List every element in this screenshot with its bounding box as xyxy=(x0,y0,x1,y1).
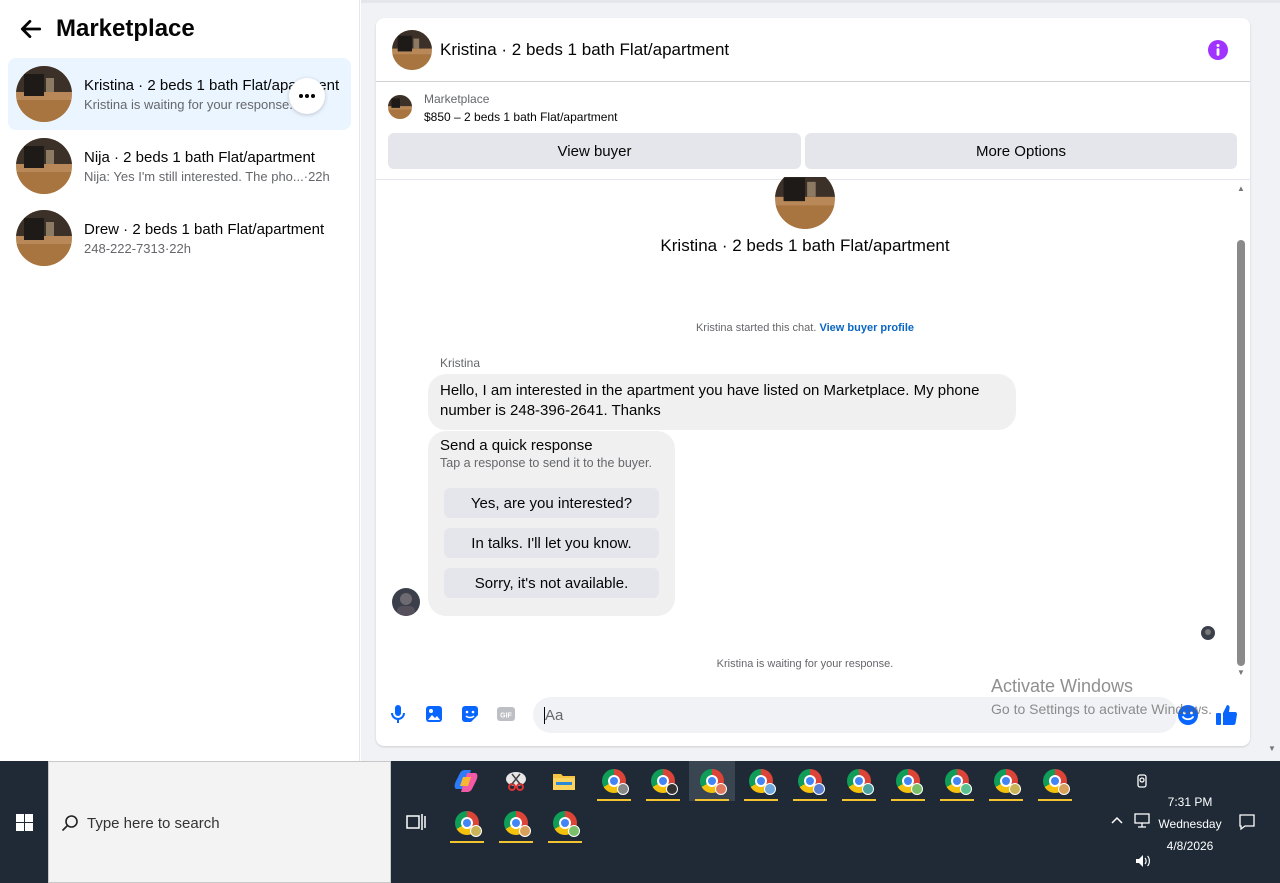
listing-price-title[interactable]: $850 – 2 beds 1 bath Flat/apartment xyxy=(424,110,617,124)
waiting-notice: Kristina is waiting for your response. xyxy=(716,658,894,670)
svg-text:GIF: GIF xyxy=(500,713,512,720)
chrome-taskbar-icon[interactable] xyxy=(591,761,637,801)
message-scrollbar[interactable]: ▲ ▼ xyxy=(1233,180,1250,688)
scroll-up-arrow-icon[interactable]: ▲ xyxy=(1237,184,1245,193)
quick-response-subtitle: Tap a response to send it to the buyer. xyxy=(440,456,652,470)
page-scroll-down-arrow-icon[interactable]: ▼ xyxy=(1268,744,1276,753)
quick-response-in-talks-button[interactable]: In talks. I'll let you know. xyxy=(444,528,659,558)
listing-thumbnail xyxy=(16,138,72,194)
gif-icon[interactable]: GIF xyxy=(496,704,516,724)
conversation-item-kristina[interactable]: Kristina · 2 beds 1 bath Flat/apartment … xyxy=(8,58,351,130)
quick-response-card: Send a quick response Tap a response to … xyxy=(428,431,675,616)
quick-response-not-available-button[interactable]: Sorry, it's not available. xyxy=(444,568,659,598)
scrollbar-thumb[interactable] xyxy=(1237,240,1245,666)
clock-date: 4/8/2026 xyxy=(1166,839,1214,853)
microphone-icon[interactable] xyxy=(388,704,408,724)
emoji-icon[interactable] xyxy=(1177,704,1199,726)
chat-avatar[interactable] xyxy=(392,29,432,70)
sidebar-title: Marketplace xyxy=(56,15,195,42)
thumbs-up-icon[interactable] xyxy=(1215,703,1239,727)
chrome-taskbar-icon-active[interactable] xyxy=(689,761,735,801)
conversation-title: Nija · 2 beds 1 bath Flat/apartment xyxy=(84,148,315,166)
taskbar-clock[interactable]: 7:31 PM Wednesday 4/8/2026 xyxy=(1154,791,1226,857)
chrome-taskbar-icon[interactable] xyxy=(542,803,588,843)
chrome-taskbar-icon[interactable] xyxy=(885,761,931,801)
seen-indicator-avatar xyxy=(1201,626,1215,640)
taskbar-search[interactable] xyxy=(48,761,391,883)
chat-started-text: Kristina started this chat. xyxy=(695,322,817,334)
chat-panel: Kristina · 2 beds 1 bath Flat/apartment … xyxy=(376,18,1250,746)
chat-intro-title: Kristina · 2 beds 1 bath Flat/apartment xyxy=(660,236,950,255)
message-input[interactable] xyxy=(533,697,1177,733)
conversation-item-drew[interactable]: Drew · 2 beds 1 bath Flat/apartment 248-… xyxy=(8,202,351,274)
chrome-taskbar-icon[interactable] xyxy=(934,761,980,801)
quick-response-yes-button[interactable]: Yes, are you interested? xyxy=(444,488,659,518)
conversation-item-nija[interactable]: Nija · 2 beds 1 bath Flat/apartment Nija… xyxy=(8,130,351,202)
start-button[interactable] xyxy=(0,761,48,883)
clock-time: 7:31 PM xyxy=(1167,795,1213,809)
windows-logo-icon xyxy=(15,813,33,831)
quick-response-title: Send a quick response xyxy=(440,437,593,454)
scroll-down-arrow-icon[interactable]: ▼ xyxy=(1237,668,1245,677)
sender-name: Kristina xyxy=(440,356,481,370)
conversation-title: Drew · 2 beds 1 bath Flat/apartment xyxy=(84,220,325,238)
meet-now-icon[interactable] xyxy=(1135,773,1151,789)
back-arrow-icon[interactable] xyxy=(18,16,44,42)
chat-title[interactable]: Kristina · 2 beds 1 bath Flat/apartment xyxy=(440,40,729,60)
chat-started-notice: Kristina started this chat. View buyer p… xyxy=(376,322,1234,334)
conversation-time: ·22h xyxy=(303,168,330,184)
chrome-taskbar-icon[interactable] xyxy=(983,761,1029,801)
listing-thumbnail xyxy=(16,210,72,266)
photo-icon[interactable] xyxy=(424,704,444,724)
show-hidden-icons-chevron-icon[interactable] xyxy=(1110,813,1124,827)
top-divider xyxy=(361,0,1280,3)
file-explorer-taskbar-icon[interactable] xyxy=(541,761,587,801)
network-icon[interactable] xyxy=(1134,813,1152,829)
notifications-icon[interactable] xyxy=(1238,813,1256,831)
chrome-taskbar-icon[interactable] xyxy=(493,803,539,843)
snipping-tool-taskbar-icon[interactable] xyxy=(493,761,539,801)
chat-header: Kristina · 2 beds 1 bath Flat/apartment xyxy=(376,18,1250,82)
view-buyer-button[interactable]: View buyer xyxy=(388,133,801,169)
task-view-icon[interactable] xyxy=(405,812,427,832)
view-buyer-profile-link[interactable]: View buyer profile xyxy=(819,322,914,334)
copilot-taskbar-icon[interactable] xyxy=(443,761,489,801)
message-bubble: Hello, I am interested in the apartment … xyxy=(428,374,1016,430)
chrome-taskbar-icon[interactable] xyxy=(1032,761,1078,801)
info-icon[interactable] xyxy=(1208,40,1228,60)
conversation-sidebar: Marketplace Kristina · 2 beds 1 bath Fla… xyxy=(0,0,360,761)
windows-taskbar: 7:31 PM Wednesday 4/8/2026 xyxy=(0,761,1280,883)
listing-source: Marketplace xyxy=(424,92,490,106)
conversation-more-button[interactable] xyxy=(289,78,325,114)
conversation-time: ·22h xyxy=(164,240,191,256)
listing-thumbnail xyxy=(16,66,72,122)
conversation-preview: Kristina is waiting for your response. xyxy=(84,96,293,112)
sidebar-header: Marketplace xyxy=(0,0,359,58)
taskbar-search-input[interactable] xyxy=(87,812,377,834)
volume-icon[interactable] xyxy=(1134,853,1152,869)
message-list: Kristina · 2 beds 1 bath Flat/apartment … xyxy=(376,177,1250,688)
message-composer: GIF xyxy=(376,690,1250,742)
chrome-taskbar-icon[interactable] xyxy=(444,803,490,843)
listing-thumbnail[interactable] xyxy=(388,95,412,119)
chrome-taskbar-icon[interactable] xyxy=(787,761,833,801)
clock-day: Wednesday xyxy=(1158,817,1222,831)
listing-bar: Marketplace $850 – 2 beds 1 bath Flat/ap… xyxy=(376,82,1250,180)
more-dots-icon xyxy=(299,94,315,98)
chrome-taskbar-icon[interactable] xyxy=(738,761,784,801)
search-icon xyxy=(61,815,78,832)
conversation-preview: Nija: Yes I'm still interested. The pho.… xyxy=(84,168,304,184)
chrome-taskbar-icon[interactable] xyxy=(836,761,882,801)
conversation-preview: 248-222-7313 xyxy=(84,240,165,256)
chat-intro-avatar xyxy=(775,177,835,229)
text-caret xyxy=(544,707,545,724)
sender-avatar xyxy=(392,588,420,616)
sticker-icon[interactable] xyxy=(460,704,480,724)
chrome-taskbar-icon[interactable] xyxy=(640,761,686,801)
more-options-button[interactable]: More Options xyxy=(805,133,1237,169)
